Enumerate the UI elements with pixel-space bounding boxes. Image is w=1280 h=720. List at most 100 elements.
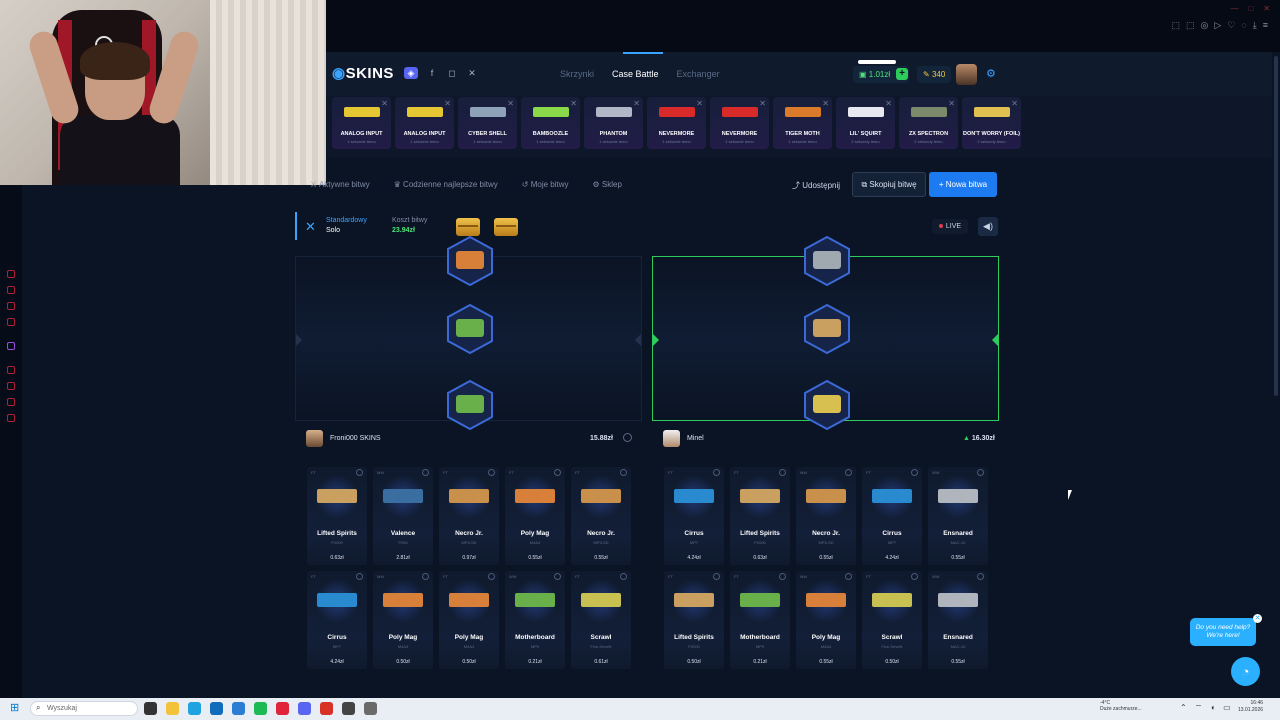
close-icon[interactable]: ✕ (822, 99, 829, 108)
close-icon[interactable]: ✕ (885, 99, 892, 108)
extension-icon[interactable]: ⬚ (1172, 20, 1181, 31)
drop-card[interactable]: ✕ CYBER SHELL 1 sekunde temu (458, 97, 517, 149)
case-icon[interactable] (494, 218, 518, 236)
select-icon[interactable] (911, 469, 918, 476)
select-icon[interactable] (779, 573, 786, 580)
item-card[interactable]: FT Lifted Spirits P2000 0.50zł (664, 571, 724, 669)
select-icon[interactable] (620, 469, 627, 476)
item-card[interactable]: FT Poly Mag M4A4 0.50zł (439, 571, 499, 669)
select-icon[interactable] (713, 469, 720, 476)
drop-card[interactable]: ✕ LIL' SQUIRT 2 sekundy temu (836, 97, 895, 149)
subnav-shop[interactable]: ⚙ Sklep (593, 180, 622, 189)
drop-card[interactable]: ✕ BAMBOOZLE 1 sekunde temu (521, 97, 580, 149)
item-card[interactable]: MW Necro Jr. MP5-SD 0.55zł (796, 467, 856, 565)
select-icon[interactable] (488, 573, 495, 580)
item-card[interactable]: WW Ensnared MAC-10 0.55zł (928, 571, 988, 669)
close-icon[interactable]: ✕ (633, 99, 640, 108)
close-icon[interactable]: ✕ (1011, 99, 1018, 108)
close-icon[interactable]: ✕ (570, 99, 577, 108)
x-icon[interactable]: ✕ (466, 67, 478, 79)
subnav-active-battles[interactable]: ⚔ Aktywne bitwy (310, 180, 370, 189)
select-icon[interactable] (779, 469, 786, 476)
sidebar-app-icon[interactable] (7, 318, 15, 326)
site-logo[interactable]: ◉SKINS (332, 64, 394, 82)
item-card[interactable]: FT Lifted Spirits P2000 0.63zł (307, 467, 367, 565)
taskbar-search[interactable]: ⌕ Wyszukaj (30, 701, 138, 716)
gear-icon[interactable]: ⚙ (986, 68, 999, 81)
chat-button[interactable]: ◔ (1231, 657, 1260, 686)
item-card[interactable]: FT Cirrus MP7 4.24zł (664, 467, 724, 565)
help-bubble[interactable]: Do you need help? We're here! (1190, 618, 1256, 646)
task-view-icon[interactable] (144, 702, 157, 715)
select-icon[interactable] (713, 573, 720, 580)
sidebar-app-icon[interactable] (7, 366, 15, 374)
item-card[interactable]: MW Poly Mag M4A4 0.50zł (373, 571, 433, 669)
item-card[interactable]: FT Lifted Spirits P2000 0.63zł (730, 467, 790, 565)
subnav-my-battles[interactable]: ↺ Moje bitwy (522, 180, 569, 189)
close-icon[interactable]: ✕ (696, 99, 703, 108)
select-icon[interactable] (422, 469, 429, 476)
item-card[interactable]: FT Motherboard MP9 0.21zł (730, 571, 790, 669)
facebook-icon[interactable]: f (426, 67, 438, 79)
drop-card[interactable]: ✕ NEVERMORE 1 sekunde temu (647, 97, 706, 149)
sidebar-app-icon[interactable] (7, 286, 15, 294)
close-icon[interactable]: ✕ (759, 99, 766, 108)
settings-icon[interactable] (623, 433, 632, 442)
heart-icon[interactable]: ♡ (1227, 20, 1235, 31)
browser-extension-icons[interactable]: ⬚ ⬚ ◎ ▷ ♡ ◌ ⤓ ≡ (1172, 20, 1269, 31)
wifi-icon[interactable]: ⌔ (1195, 703, 1203, 713)
item-card[interactable]: FT Necro Jr. MP5-SD 0.97zł (439, 467, 499, 565)
chat-icon[interactable]: ◌ (1241, 20, 1246, 31)
select-icon[interactable] (620, 573, 627, 580)
select-icon[interactable] (356, 573, 363, 580)
item-card[interactable]: WW Motherboard MP9 0.21zł (505, 571, 565, 669)
close-icon[interactable]: ✕ (948, 99, 955, 108)
select-icon[interactable] (977, 469, 984, 476)
sound-toggle-button[interactable]: ◀) (978, 217, 998, 236)
sidebar-app-icon[interactable] (7, 398, 15, 406)
item-card[interactable]: FT Cirrus MP7 4.24zł (307, 571, 367, 669)
close-icon[interactable]: ✕ (1253, 614, 1262, 623)
select-icon[interactable] (911, 573, 918, 580)
obs-icon[interactable] (342, 702, 355, 715)
select-icon[interactable] (554, 573, 561, 580)
file-explorer-icon[interactable] (166, 702, 179, 715)
close-icon[interactable]: ✕ (507, 99, 514, 108)
new-battle-button[interactable]: + Nowa bitwa (929, 172, 997, 197)
download-icon[interactable]: ⤓ (1253, 20, 1257, 31)
windows-start-icon[interactable]: ⊞ (10, 702, 22, 714)
close-icon[interactable]: ✕ (381, 99, 388, 108)
drop-card[interactable]: ✕ ZX SPECTRON 2 sekundy temu (899, 97, 958, 149)
select-icon[interactable] (488, 469, 495, 476)
nav-cases[interactable]: Skrzynki (560, 69, 594, 79)
discord-icon[interactable] (298, 702, 311, 715)
app-icon[interactable] (364, 702, 377, 715)
close-icon[interactable]: ✕ (444, 99, 451, 108)
item-card[interactable]: MW Poly Mag M4A4 0.55zł (796, 571, 856, 669)
drop-card[interactable]: ✕ PHANTOM 1 sekunde temu (584, 97, 643, 149)
taskbar-clock[interactable]: 16:46 13.01.2026 (1238, 700, 1263, 714)
select-icon[interactable] (977, 573, 984, 580)
page-scrollbar[interactable] (1272, 52, 1280, 698)
select-icon[interactable] (845, 469, 852, 476)
sidebar-app-icon[interactable] (7, 270, 15, 278)
window-controls[interactable]: — □ ✕ (1230, 4, 1270, 13)
sidebar-app-icon[interactable] (7, 414, 15, 422)
item-card[interactable]: FT Scrawl Five-SeveN 0.61zł (571, 571, 631, 669)
chevron-up-icon[interactable]: ⌃ (1180, 703, 1187, 713)
twitch-icon[interactable] (7, 342, 15, 350)
edge-icon[interactable] (188, 702, 201, 715)
item-card[interactable]: FT Cirrus MP7 4.24zł (862, 467, 922, 565)
discord-icon[interactable]: ◈ (404, 67, 418, 79)
weather-widget[interactable]: -4°C Duże zachmurze... (1100, 700, 1142, 712)
user-avatar[interactable] (956, 64, 977, 85)
drop-card[interactable]: ✕ ANALOG INPUT 1 sekunde temu (395, 97, 454, 149)
battery-icon[interactable]: ▭ (1223, 703, 1231, 713)
chrome-icon[interactable] (320, 702, 333, 715)
nav-exchanger[interactable]: Exchanger (677, 69, 720, 79)
opera-icon[interactable] (276, 702, 289, 715)
drop-card[interactable]: ✕ DON'T WORRY (FOIL) 2 sekundy temu (962, 97, 1021, 149)
drop-card[interactable]: ✕ TIGER MOTH 1 sekunde temu (773, 97, 832, 149)
share-button[interactable]: ⤴ Udostępnij (792, 180, 840, 191)
deposit-button[interactable]: + (896, 68, 908, 80)
